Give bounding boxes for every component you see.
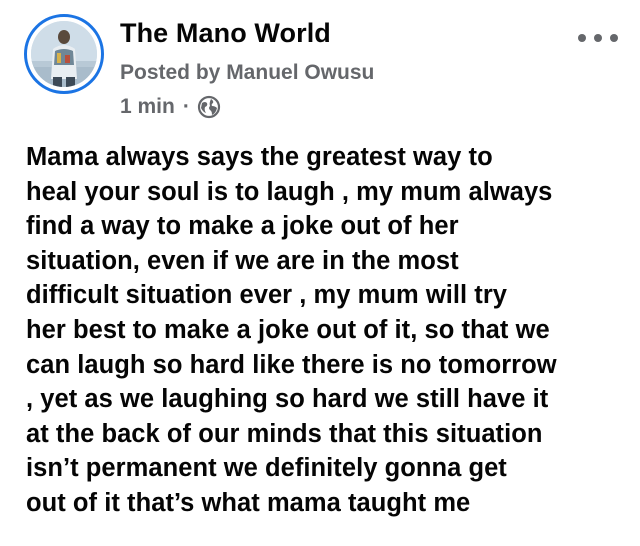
meta-separator: · xyxy=(182,95,190,118)
avatar[interactable] xyxy=(24,14,104,94)
more-dots-icon xyxy=(610,34,618,42)
post-meta: 1 min · xyxy=(120,93,221,121)
post-body-text: Mama always says the greatest way to hea… xyxy=(26,143,557,517)
timestamp-link[interactable]: 1 min xyxy=(120,95,175,119)
profile-photo-icon xyxy=(31,21,97,87)
posted-by-label: Posted by Manuel Owusu xyxy=(120,61,375,84)
page-name-link[interactable]: The Mano World xyxy=(120,18,331,49)
globe-icon[interactable] xyxy=(197,95,221,119)
facebook-post: The Mano World Posted by Manuel Owusu 1 … xyxy=(0,0,640,546)
more-options-button[interactable] xyxy=(578,26,618,50)
post-header: The Mano World Posted by Manuel Owusu 1 … xyxy=(0,0,640,128)
more-dots-icon xyxy=(594,34,602,42)
more-dots-icon xyxy=(578,34,586,42)
